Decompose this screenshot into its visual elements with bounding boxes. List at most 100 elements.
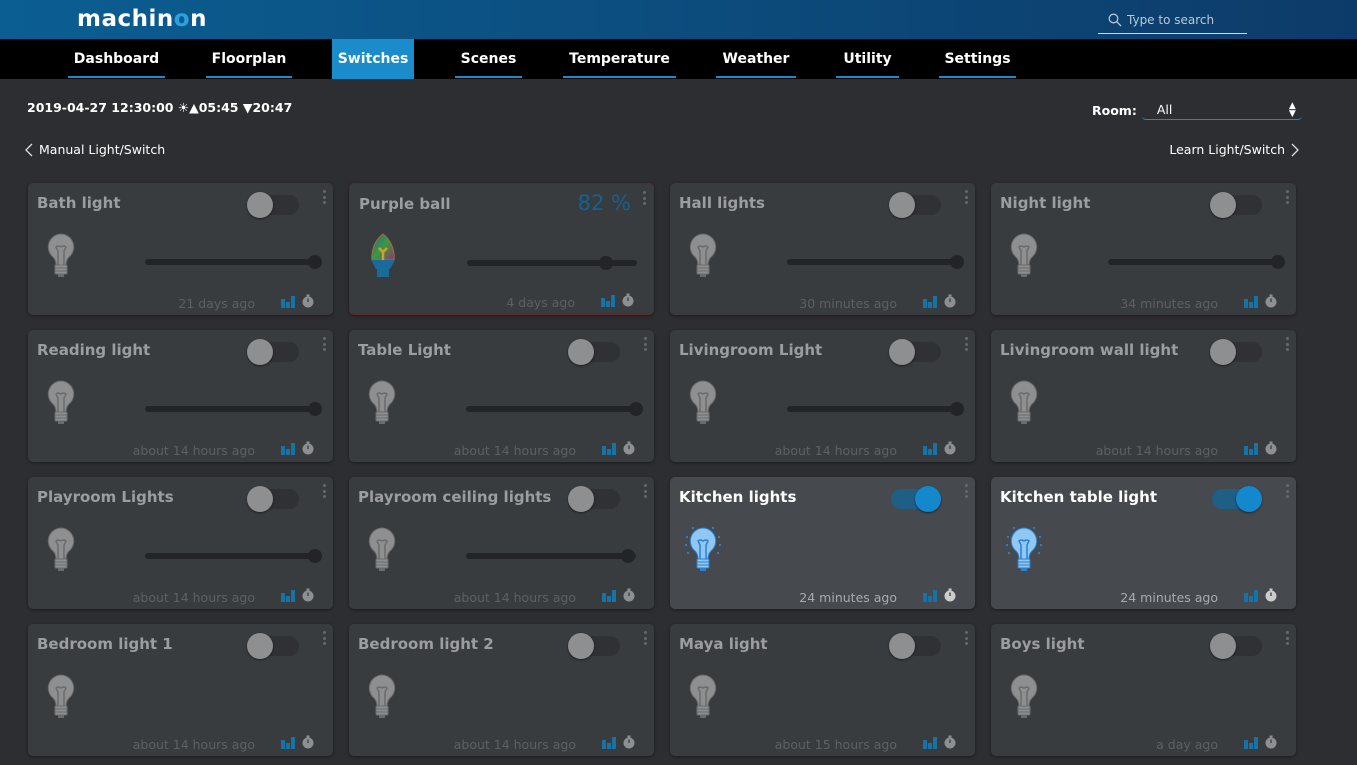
slider-handle[interactable]: [308, 402, 322, 416]
dimmer-slider[interactable]: [787, 255, 964, 269]
power-toggle[interactable]: [568, 633, 620, 659]
dimmer-slider[interactable]: [1108, 255, 1285, 269]
log-chart-icon[interactable]: [1244, 735, 1258, 749]
timer-icon[interactable]: [621, 293, 635, 307]
log-chart-icon[interactable]: [1244, 294, 1258, 308]
power-toggle[interactable]: [247, 486, 299, 512]
log-chart-icon[interactable]: [923, 294, 937, 308]
timer-icon[interactable]: [1264, 588, 1278, 602]
bulb-icon[interactable]: [685, 378, 721, 428]
slider-handle[interactable]: [950, 255, 964, 269]
tab-scenes[interactable]: Scenes: [455, 39, 522, 79]
power-toggle[interactable]: [247, 192, 299, 218]
log-chart-icon[interactable]: [1244, 441, 1258, 455]
power-toggle[interactable]: [568, 339, 620, 365]
timer-icon[interactable]: [943, 588, 957, 602]
tab-dashboard[interactable]: Dashboard: [68, 39, 165, 79]
power-toggle[interactable]: [247, 339, 299, 365]
timer-icon[interactable]: [943, 441, 957, 455]
log-chart-icon[interactable]: [281, 294, 295, 308]
tab-settings[interactable]: Settings: [939, 39, 1016, 79]
tab-utility[interactable]: Utility: [836, 39, 899, 79]
dimmer-slider[interactable]: [787, 402, 964, 416]
slider-handle[interactable]: [308, 549, 322, 563]
log-chart-icon[interactable]: [602, 441, 616, 455]
more-options-icon[interactable]: [965, 484, 968, 498]
log-chart-icon[interactable]: [281, 441, 295, 455]
bulb-icon[interactable]: [43, 672, 79, 722]
search-box[interactable]: [1098, 6, 1247, 34]
more-options-icon[interactable]: [323, 631, 326, 645]
bulb-icon[interactable]: [1006, 378, 1042, 428]
log-chart-icon[interactable]: [923, 588, 937, 602]
more-options-icon[interactable]: [643, 191, 646, 205]
log-chart-icon[interactable]: [602, 588, 616, 602]
bulb-icon[interactable]: [1006, 525, 1042, 575]
bulb-icon[interactable]: [43, 378, 79, 428]
power-toggle[interactable]: [568, 486, 620, 512]
more-options-icon[interactable]: [965, 337, 968, 351]
tab-switches[interactable]: Switches: [332, 39, 414, 79]
power-toggle[interactable]: [889, 633, 941, 659]
timer-icon[interactable]: [1264, 294, 1278, 308]
more-options-icon[interactable]: [644, 337, 647, 351]
bulb-icon[interactable]: [43, 525, 79, 575]
power-toggle[interactable]: [889, 192, 941, 218]
more-options-icon[interactable]: [1286, 631, 1289, 645]
timer-icon[interactable]: [301, 441, 315, 455]
tab-weather[interactable]: Weather: [716, 39, 796, 79]
slider-handle[interactable]: [1271, 255, 1285, 269]
timer-icon[interactable]: [301, 735, 315, 749]
power-toggle[interactable]: [1210, 633, 1262, 659]
more-options-icon[interactable]: [1286, 337, 1289, 351]
slider-handle[interactable]: [629, 402, 643, 416]
timer-icon[interactable]: [301, 294, 315, 308]
slider-handle[interactable]: [950, 402, 964, 416]
bulb-icon[interactable]: [685, 525, 721, 575]
power-toggle[interactable]: [891, 486, 941, 512]
bulb-icon[interactable]: [364, 525, 400, 575]
slider-handle[interactable]: [599, 256, 614, 270]
more-options-icon[interactable]: [1286, 484, 1289, 498]
more-options-icon[interactable]: [644, 484, 647, 498]
search-input[interactable]: [1127, 12, 1245, 27]
next-page-link[interactable]: Learn Light/Switch: [1169, 142, 1299, 157]
timer-icon[interactable]: [1264, 441, 1278, 455]
timer-icon[interactable]: [1264, 735, 1278, 749]
machinon-logo[interactable]: machinon: [77, 6, 207, 32]
bulb-icon[interactable]: [43, 231, 79, 281]
power-toggle[interactable]: [1210, 192, 1262, 218]
tab-floorplan[interactable]: Floorplan: [206, 39, 292, 79]
room-select[interactable]: All ▲ ▼: [1141, 100, 1302, 120]
power-toggle[interactable]: [247, 633, 299, 659]
more-options-icon[interactable]: [965, 190, 968, 204]
log-chart-icon[interactable]: [281, 735, 295, 749]
tab-temperature[interactable]: Temperature: [563, 39, 676, 79]
more-options-icon[interactable]: [965, 631, 968, 645]
timer-icon[interactable]: [943, 735, 957, 749]
log-chart-icon[interactable]: [602, 735, 616, 749]
more-options-icon[interactable]: [1286, 190, 1289, 204]
log-chart-icon[interactable]: [923, 441, 937, 455]
bulb-icon[interactable]: [1006, 231, 1042, 281]
bulb-icon[interactable]: [685, 231, 721, 281]
slider-handle[interactable]: [308, 255, 322, 269]
bulb-icon[interactable]: [364, 378, 400, 428]
bulb-icon[interactable]: [685, 672, 721, 722]
more-options-icon[interactable]: [323, 190, 326, 204]
dimmer-slider[interactable]: [467, 256, 637, 270]
timer-icon[interactable]: [943, 294, 957, 308]
log-chart-icon[interactable]: [1244, 588, 1258, 602]
more-options-icon[interactable]: [323, 337, 326, 351]
prev-page-link[interactable]: Manual Light/Switch: [25, 142, 165, 157]
bulb-icon[interactable]: [1006, 672, 1042, 722]
log-chart-icon[interactable]: [281, 588, 295, 602]
rgb-bulb-icon[interactable]: [365, 232, 401, 282]
slider-handle[interactable]: [620, 549, 635, 563]
timer-icon[interactable]: [622, 588, 636, 602]
power-toggle[interactable]: [1210, 339, 1262, 365]
log-chart-icon[interactable]: [923, 735, 937, 749]
dimmer-slider[interactable]: [466, 402, 643, 416]
dimmer-slider[interactable]: [145, 549, 322, 563]
timer-icon[interactable]: [301, 588, 315, 602]
